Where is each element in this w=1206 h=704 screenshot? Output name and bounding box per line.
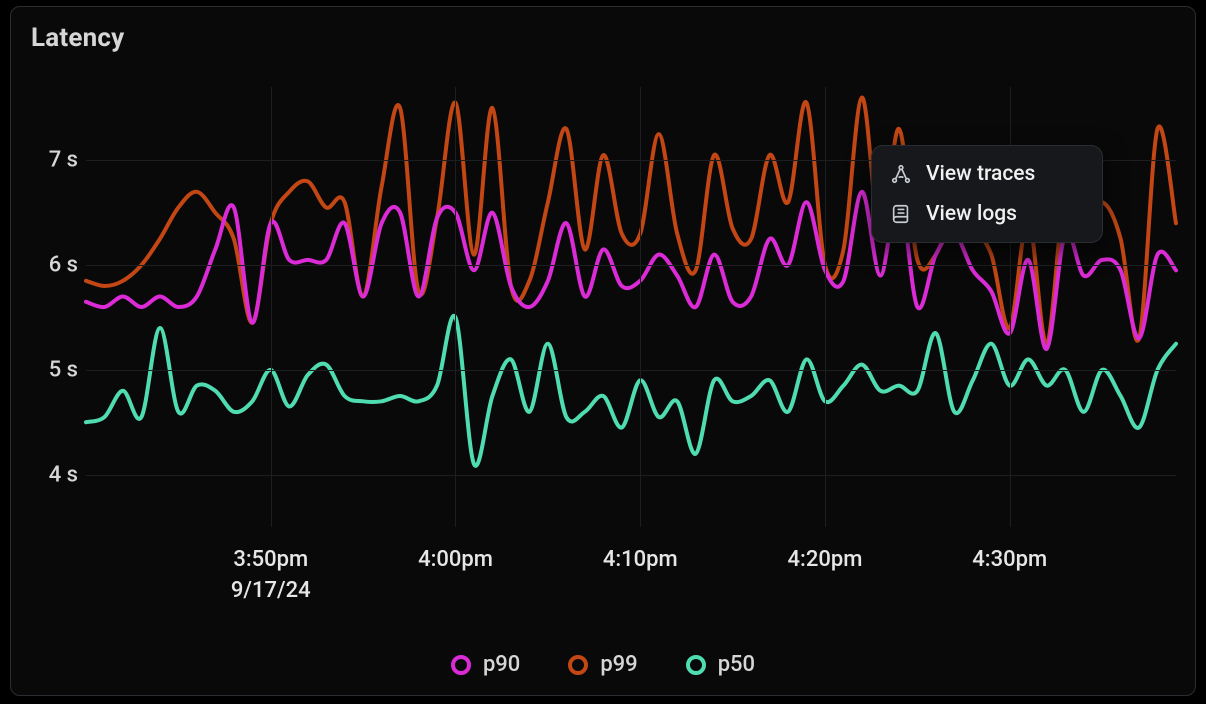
legend-swatch-p50 (686, 655, 706, 675)
x-axis-tick: 4:30pm (972, 547, 1047, 572)
y-axis-tick: 5 s (34, 357, 78, 382)
gridline-v (271, 87, 272, 527)
y-axis-tick: 6 s (34, 253, 78, 278)
menu-item-label: View traces (926, 162, 1035, 186)
legend-label: p99 (600, 652, 637, 677)
gridline-v (455, 87, 456, 527)
latency-chart-panel: Latency 4 s 5 s 6 s 7 s 3:50pm9/17/24 4:00pm 4… (10, 6, 1196, 696)
view-traces-menu-item[interactable]: View traces (878, 154, 1096, 194)
x-axis-tick: 3:50pm9/17/24 (231, 547, 311, 603)
chart-context-menu: View traces View logs (871, 145, 1103, 243)
x-axis-tick: 4:10pm (603, 547, 678, 572)
legend-label: p90 (483, 652, 520, 677)
chart-legend: p90 p99 p50 (11, 652, 1195, 677)
y-axis-tick: 7 s (34, 148, 78, 173)
legend-item-p99[interactable]: p99 (568, 652, 637, 677)
chart-title: Latency (31, 23, 124, 53)
legend-label: p50 (718, 652, 755, 677)
gridline-v (640, 87, 641, 527)
gridline-h (86, 475, 1176, 476)
series-p50 (86, 316, 1176, 466)
x-axis-tick: 4:20pm (788, 547, 863, 572)
logs-icon (890, 203, 912, 225)
menu-item-label: View logs (926, 202, 1017, 226)
gridline-v (825, 87, 826, 527)
legend-swatch-p90 (451, 655, 471, 675)
gridline-h (86, 265, 1176, 266)
y-axis-tick: 4 s (34, 462, 78, 487)
x-axis-tick: 4:00pm (418, 547, 493, 572)
legend-item-p90[interactable]: p90 (451, 652, 520, 677)
compass-icon (890, 163, 912, 185)
gridline-h (86, 370, 1176, 371)
legend-item-p50[interactable]: p50 (686, 652, 755, 677)
view-logs-menu-item[interactable]: View logs (878, 194, 1096, 234)
legend-swatch-p99 (568, 655, 588, 675)
